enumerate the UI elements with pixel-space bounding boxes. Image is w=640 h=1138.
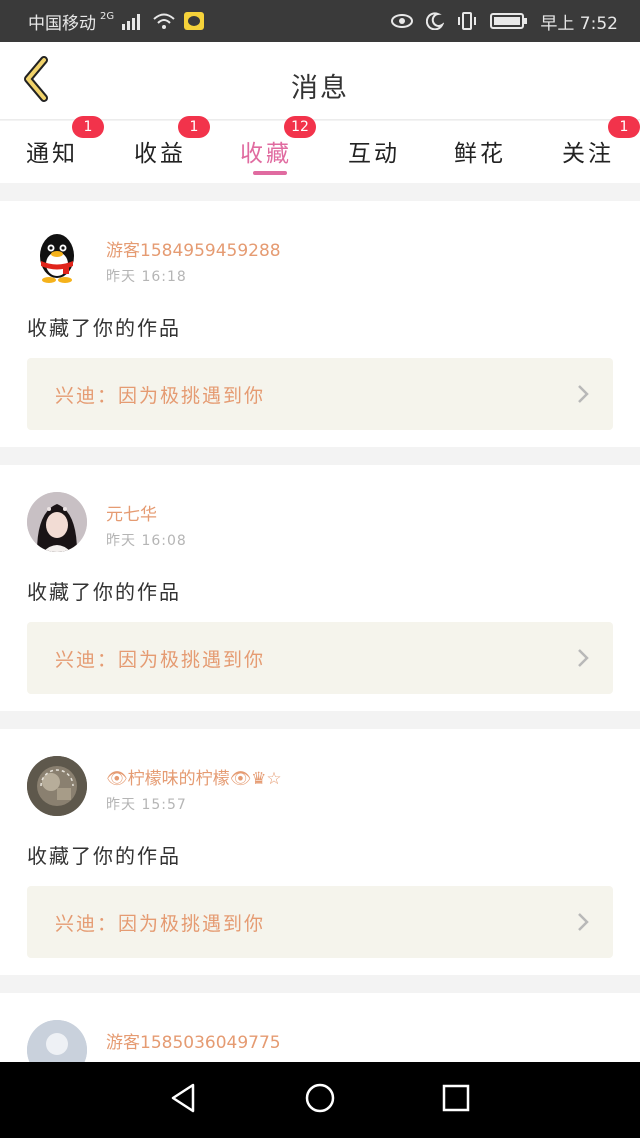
page-title: 消息	[291, 73, 349, 104]
wechat-notification-icon	[184, 12, 205, 30]
work-title: 兴迪：因为极挑遇到你	[55, 648, 266, 671]
system-nav-bar	[0, 1062, 640, 1138]
network-label: 2G	[100, 10, 115, 22]
triangle-back-icon	[169, 1082, 197, 1118]
message-card[interactable]: 👁柠檬味的柠檬👁♛☆ 昨天 15:57 收藏了你的作品 兴迪：因为极挑遇到你	[0, 729, 640, 975]
message-time: 昨天 16:08	[106, 533, 187, 549]
battery-icon	[490, 12, 528, 30]
sender-name[interactable]: 游客1584959459288	[106, 236, 281, 261]
eye-icon	[390, 13, 414, 29]
work-title: 兴迪：因为极挑遇到你	[55, 384, 266, 407]
tab-interactions[interactable]: 互动	[324, 121, 424, 183]
default-avatar[interactable]	[27, 1020, 87, 1062]
work-link[interactable]: 兴迪：因为极挑遇到你	[27, 622, 613, 694]
action-text: 收藏了你的作品	[27, 316, 181, 340]
message-time: 昨天 16:18	[106, 269, 187, 285]
square-recents-icon	[442, 1084, 470, 1116]
message-card[interactable]: 游客1584959459288 昨天 16:18 收藏了你的作品 兴迪：因为极挑…	[0, 201, 640, 447]
message-card[interactable]: 游客1585036049775	[0, 993, 640, 1062]
vibrate-icon	[456, 12, 478, 30]
sender-name[interactable]: 游客1585036049775	[106, 1028, 281, 1053]
active-tab-indicator	[253, 171, 287, 175]
work-link[interactable]: 兴迪：因为极挑遇到你	[27, 358, 613, 430]
work-title: 兴迪：因为极挑遇到你	[55, 912, 266, 935]
sender-name[interactable]: 👁柠檬味的柠檬👁♛☆	[106, 764, 282, 789]
back-nav-button[interactable]	[163, 1082, 203, 1118]
clock-label: 早上 7:52	[540, 13, 618, 34]
circle-home-icon	[304, 1082, 336, 1118]
message-time: 昨天 15:57	[106, 797, 187, 813]
tab-bar: 通知 1 收益 1 收藏 12 互动 鲜花 关注 1	[0, 116, 640, 183]
status-bar: 中国移动 2G 早上 7:52	[0, 0, 640, 42]
work-link[interactable]: 兴迪：因为极挑遇到你	[27, 886, 613, 958]
action-text: 收藏了你的作品	[27, 844, 181, 868]
message-card[interactable]: 元七华 昨天 16:08 收藏了你的作品 兴迪：因为极挑遇到你	[0, 465, 640, 711]
tab-notifications[interactable]: 通知 1	[2, 116, 104, 183]
signal-icon	[122, 12, 144, 30]
action-text: 收藏了你的作品	[27, 580, 181, 604]
tab-badge: 1	[608, 116, 640, 138]
moon-icon	[426, 12, 445, 30]
wifi-icon	[152, 12, 176, 30]
tab-favorites[interactable]: 收藏 12	[216, 116, 316, 183]
tab-follows[interactable]: 关注 1	[538, 116, 640, 183]
portrait-avatar[interactable]	[27, 492, 87, 552]
chevron-right-icon	[577, 912, 589, 936]
sender-name[interactable]: 元七华	[106, 500, 157, 525]
tab-badge: 1	[72, 116, 104, 138]
recents-nav-button[interactable]	[436, 1082, 476, 1118]
tab-label: 互动	[348, 141, 400, 167]
home-nav-button[interactable]	[300, 1082, 340, 1118]
tab-flowers[interactable]: 鲜花	[430, 121, 530, 183]
tab-label: 鲜花	[454, 141, 506, 167]
photo-avatar[interactable]	[27, 756, 87, 816]
chevron-right-icon	[577, 384, 589, 408]
carrier-label: 中国移动	[28, 13, 96, 34]
tab-badge: 1	[178, 116, 210, 138]
chevron-right-icon	[577, 648, 589, 672]
tab-badge: 12	[284, 116, 316, 138]
tab-earnings[interactable]: 收益 1	[110, 116, 210, 183]
penguin-avatar[interactable]	[27, 228, 87, 288]
header-bar: 消息	[0, 42, 640, 120]
